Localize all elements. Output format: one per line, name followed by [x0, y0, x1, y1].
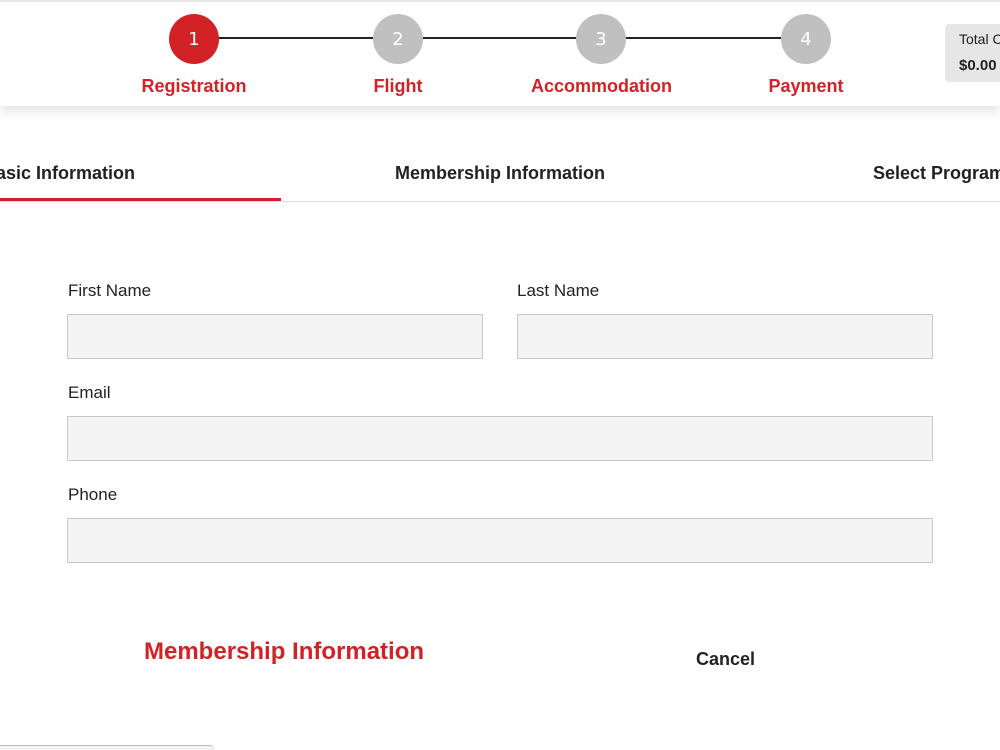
active-tab-indicator	[0, 198, 281, 201]
step-number-badge: 4	[781, 14, 831, 64]
last-name-field[interactable]	[517, 314, 933, 359]
tab-select-program[interactable]: Select Program	[873, 163, 1000, 184]
step-label: Registration	[141, 76, 247, 96]
email-label: Email	[68, 383, 111, 402]
next-membership-information-button[interactable]: Membership Information	[144, 638, 424, 666]
step-accommodation[interactable]: 3 Accommodation	[531, 14, 673, 97]
first-name-label: First Name	[68, 281, 152, 300]
step-flight[interactable]: 2 Flight	[328, 14, 468, 97]
tab-basic-information[interactable]: asic Information	[0, 163, 135, 184]
step-payment[interactable]: 4 Payment	[736, 14, 876, 97]
total-cost-label: Total C	[959, 31, 1000, 47]
step-label: Accommodation	[531, 76, 673, 96]
step-registration[interactable]: 1 Registration	[124, 14, 264, 97]
step-number-badge: 1	[169, 14, 219, 64]
progress-stepper: 1 Registration 2 Flight 3 Accommodation …	[0, 0, 1000, 106]
total-cost-value: $0.00	[959, 57, 997, 74]
step-number-badge: 3	[576, 14, 626, 64]
tab-membership-information[interactable]: Membership Information	[395, 163, 605, 184]
bottom-panel-edge	[0, 745, 215, 750]
registration-tabs: asic Information Membership Information …	[0, 150, 1000, 202]
step-label: Payment	[768, 76, 844, 96]
total-cost-box: Total C $0.00	[945, 24, 1000, 82]
phone-label: Phone	[68, 485, 118, 504]
step-number-badge: 2	[373, 14, 423, 64]
email-field[interactable]	[67, 416, 933, 461]
first-name-field[interactable]	[67, 314, 483, 359]
last-name-label: Last Name	[517, 281, 600, 300]
cancel-button[interactable]: Cancel	[696, 649, 755, 670]
step-label: Flight	[373, 76, 423, 96]
phone-field[interactable]	[67, 518, 933, 563]
